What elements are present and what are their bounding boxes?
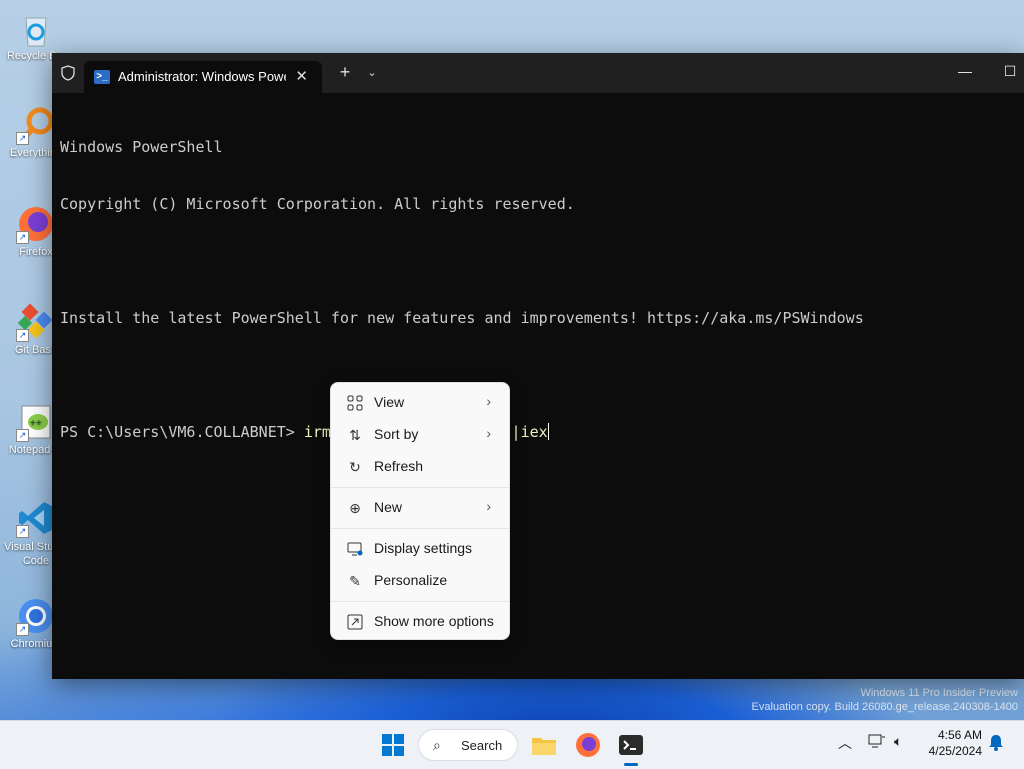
terminal-titlebar[interactable]: >_ Administrator: Windows PowerShell ✕ +… — [52, 53, 1024, 93]
taskbar-search[interactable]: ⌕ Search — [418, 729, 518, 761]
prompt: PS C:\Users\VM6.COLLABNET> — [60, 423, 304, 441]
menu-item-refresh[interactable]: ↻ Refresh — [335, 452, 505, 482]
minimize-button[interactable]: — — [955, 63, 975, 79]
prompt-line[interactable]: PS C:\Users\VM6.COLLABNET> irm christitu… — [60, 423, 1016, 442]
clock-time: 4:56 AM — [937, 728, 982, 742]
clock-date: 4/25/2024 — [928, 744, 982, 758]
system-clock[interactable]: 4:56 AM 4/25/2024 — [920, 727, 982, 759]
taskbar: ⌕ Search ︿ 🔈︎ 4:56 AM 4/25/2024 — [0, 720, 1024, 769]
firefox-icon — [572, 733, 604, 765]
refresh-icon: ↻ — [349, 459, 361, 475]
start-button[interactable] — [377, 729, 409, 761]
notification-bell-icon[interactable] — [988, 733, 1004, 754]
menu-separator — [331, 601, 509, 602]
show-more-options-icon — [347, 614, 363, 630]
recycle-bin-icon — [16, 8, 56, 48]
maximize-button[interactable]: ☐ — [1000, 63, 1020, 80]
sort-icon: ⇅ — [349, 427, 361, 443]
windows-watermark: Windows 11 Pro Insider Preview Evaluatio… — [751, 687, 1018, 713]
view-grid-icon — [347, 395, 363, 411]
folder-icon — [528, 738, 560, 765]
menu-item-display-settings[interactable]: Display settings — [335, 534, 505, 564]
active-app-indicator — [624, 763, 638, 766]
windows-logo-icon — [377, 734, 409, 765]
terminal-window[interactable]: >_ Administrator: Windows PowerShell ✕ +… — [52, 53, 1024, 679]
menu-separator — [331, 528, 509, 529]
vscode-icon: ↗ — [16, 498, 56, 538]
chevron-right-icon: › — [486, 425, 491, 441]
taskbar-terminal[interactable] — [615, 729, 647, 761]
menu-item-show-more-options[interactable]: Show more options — [335, 607, 505, 637]
git-bash-icon: ↗ — [16, 302, 56, 342]
new-plus-icon: ⊕ — [349, 500, 361, 516]
volume-muted-icon[interactable]: 🔈︎ — [894, 733, 902, 750]
everything-search-icon: ↗ — [16, 105, 56, 145]
close-tab-icon[interactable]: ✕ — [295, 67, 308, 85]
powershell-icon: >_ — [94, 70, 110, 84]
tab-title: Administrator: Windows PowerShell — [118, 69, 286, 84]
text-cursor — [547, 423, 549, 440]
console-line: Install the latest PowerShell for new fe… — [60, 309, 864, 327]
tab-powershell[interactable]: >_ Administrator: Windows PowerShell ✕ — [84, 61, 322, 93]
console-line: Windows PowerShell — [60, 138, 223, 156]
console-output[interactable]: Windows PowerShell Copyright (C) Microso… — [60, 100, 1016, 480]
admin-shield-icon — [60, 65, 76, 81]
chevron-right-icon: › — [486, 498, 491, 514]
chromium-icon: ↗ — [16, 596, 56, 636]
menu-item-new[interactable]: ⊕ New › — [335, 493, 505, 523]
menu-separator — [331, 487, 509, 488]
tab-dropdown-button[interactable]: ⌄ — [364, 66, 380, 79]
desktop-context-menu: View › ⇅ Sort by › ↻ Refresh ⊕ New › Dis… — [330, 382, 510, 640]
svg-text:++: ++ — [30, 418, 42, 429]
menu-item-view[interactable]: View › — [335, 388, 505, 418]
menu-item-sort-by[interactable]: ⇅ Sort by › — [335, 420, 505, 450]
menu-item-personalize[interactable]: ✎ Personalize — [335, 566, 505, 596]
display-settings-icon — [347, 541, 363, 557]
show-hidden-icons-chevron-up-icon[interactable]: ︿ — [838, 733, 852, 753]
personalize-brush-icon: ✎ — [349, 573, 361, 589]
network-icon[interactable] — [868, 733, 886, 752]
firefox-icon: ↗ — [16, 204, 56, 244]
taskbar-firefox[interactable] — [572, 729, 604, 761]
taskbar-file-explorer[interactable] — [528, 729, 560, 761]
new-tab-button[interactable]: + — [335, 62, 355, 83]
console-line: Copyright (C) Microsoft Corporation. All… — [60, 195, 575, 213]
search-icon: ⌕ — [433, 737, 441, 753]
notepad-plus-plus-icon: ++ ↗ — [16, 402, 56, 442]
chevron-right-icon: › — [486, 393, 491, 409]
